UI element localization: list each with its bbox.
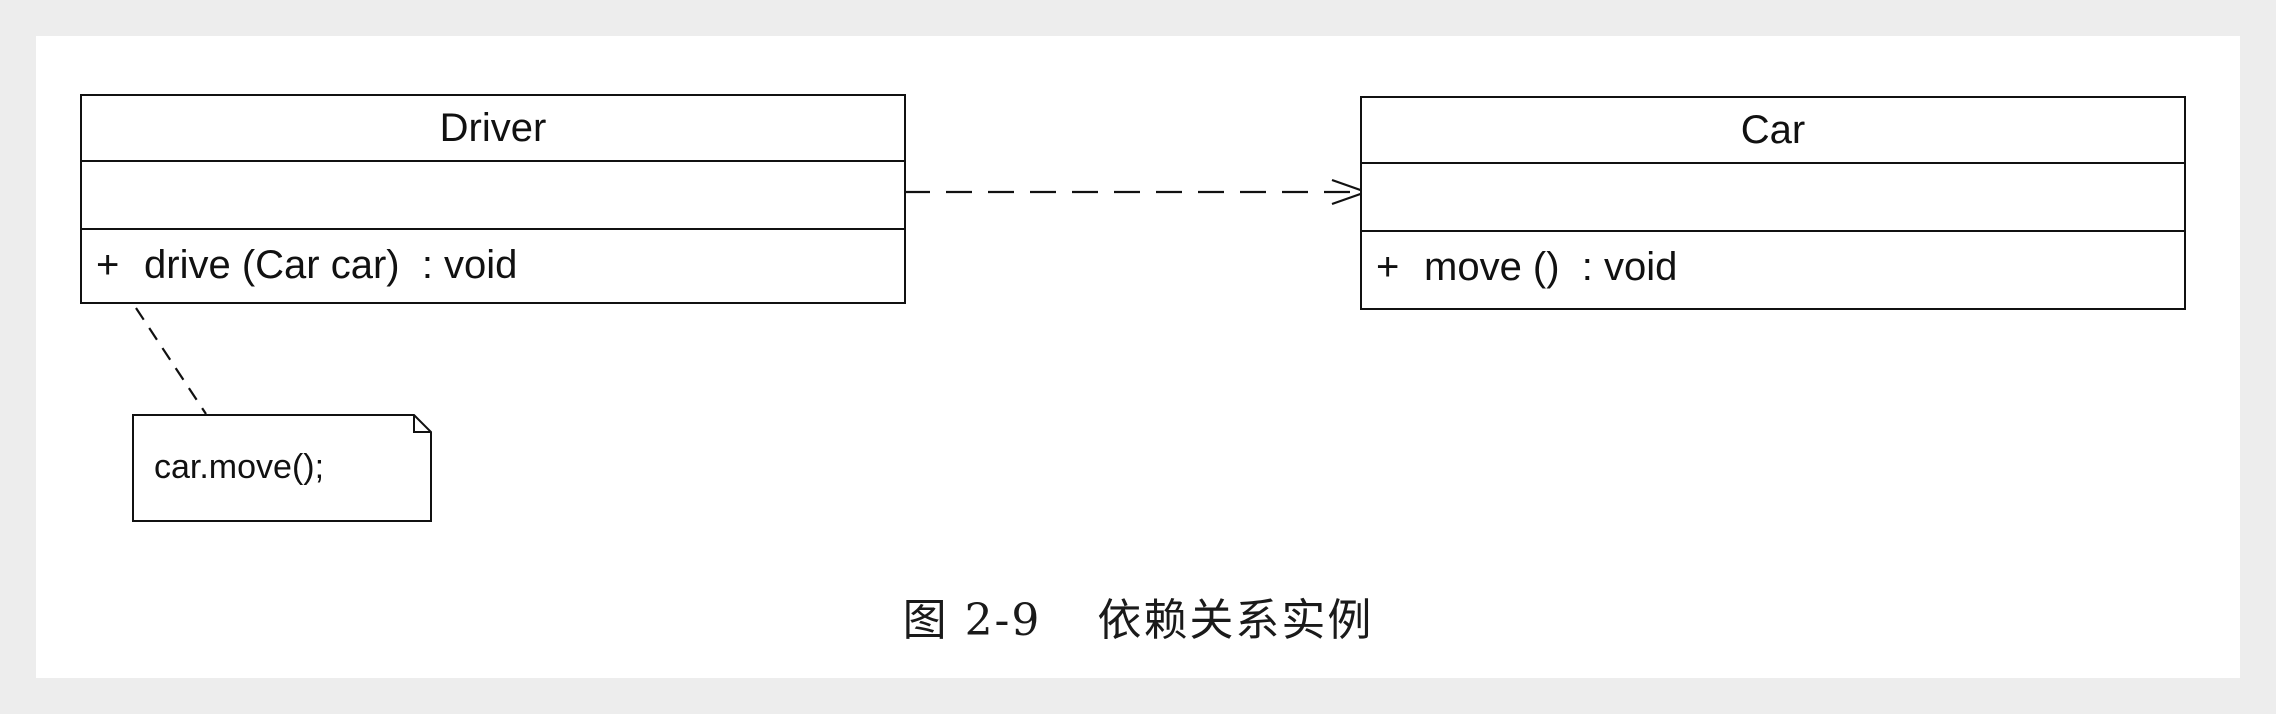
- operation-visibility: +: [1376, 244, 1400, 289]
- figure-panel: Driver + drive (Car car) : void Car + move…: [36, 36, 2240, 678]
- note-anchor-line: [135, 307, 207, 415]
- class-driver-name: Driver: [82, 96, 904, 162]
- uml-note[interactable]: car.move();: [132, 414, 432, 522]
- class-car-operation: + move () : void: [1362, 232, 2184, 302]
- note-text: car.move();: [154, 448, 325, 486]
- class-driver[interactable]: Driver + drive (Car car) : void: [80, 94, 906, 304]
- caption-number: 图 2-9: [902, 595, 1042, 646]
- operation-signature: move () : void: [1424, 244, 1678, 289]
- class-driver-operation: + drive (Car car) : void: [82, 230, 904, 300]
- caption-title: 依赖关系实例: [1097, 595, 1374, 646]
- class-driver-attributes: [82, 162, 904, 230]
- class-car-attributes: [1362, 164, 2184, 232]
- class-car-name: Car: [1362, 98, 2184, 164]
- operation-signature: drive (Car car) : void: [144, 242, 518, 287]
- operation-visibility: +: [96, 242, 120, 287]
- figure-caption: 图 2-9 依赖关系实例: [36, 584, 2240, 648]
- class-car[interactable]: Car + move () : void: [1360, 96, 2186, 310]
